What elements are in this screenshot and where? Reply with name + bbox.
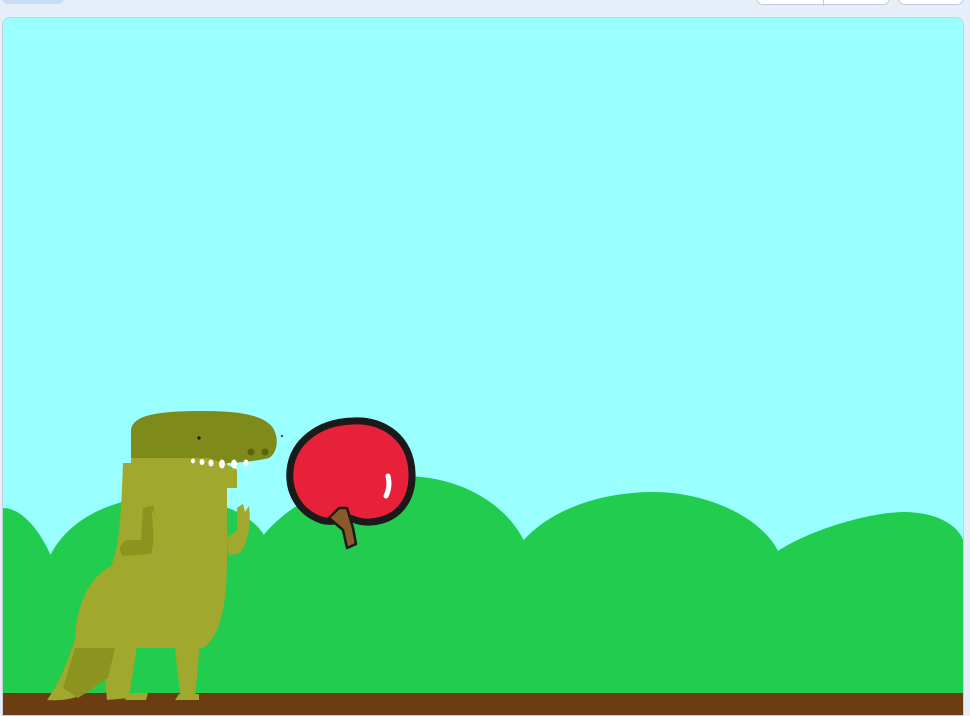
large-stage-button[interactable] (824, 0, 890, 6)
stage-canvas[interactable] (2, 17, 964, 716)
stage-scene (3, 18, 963, 715)
fullscreen-button[interactable] (898, 0, 964, 5)
dinosaur-eye (197, 436, 201, 440)
stage-header (0, 0, 970, 16)
stage-size-toggle (756, 0, 890, 6)
editor-tab[interactable] (2, 0, 64, 4)
small-stage-button[interactable] (757, 0, 823, 6)
apple-shine (383, 473, 392, 499)
